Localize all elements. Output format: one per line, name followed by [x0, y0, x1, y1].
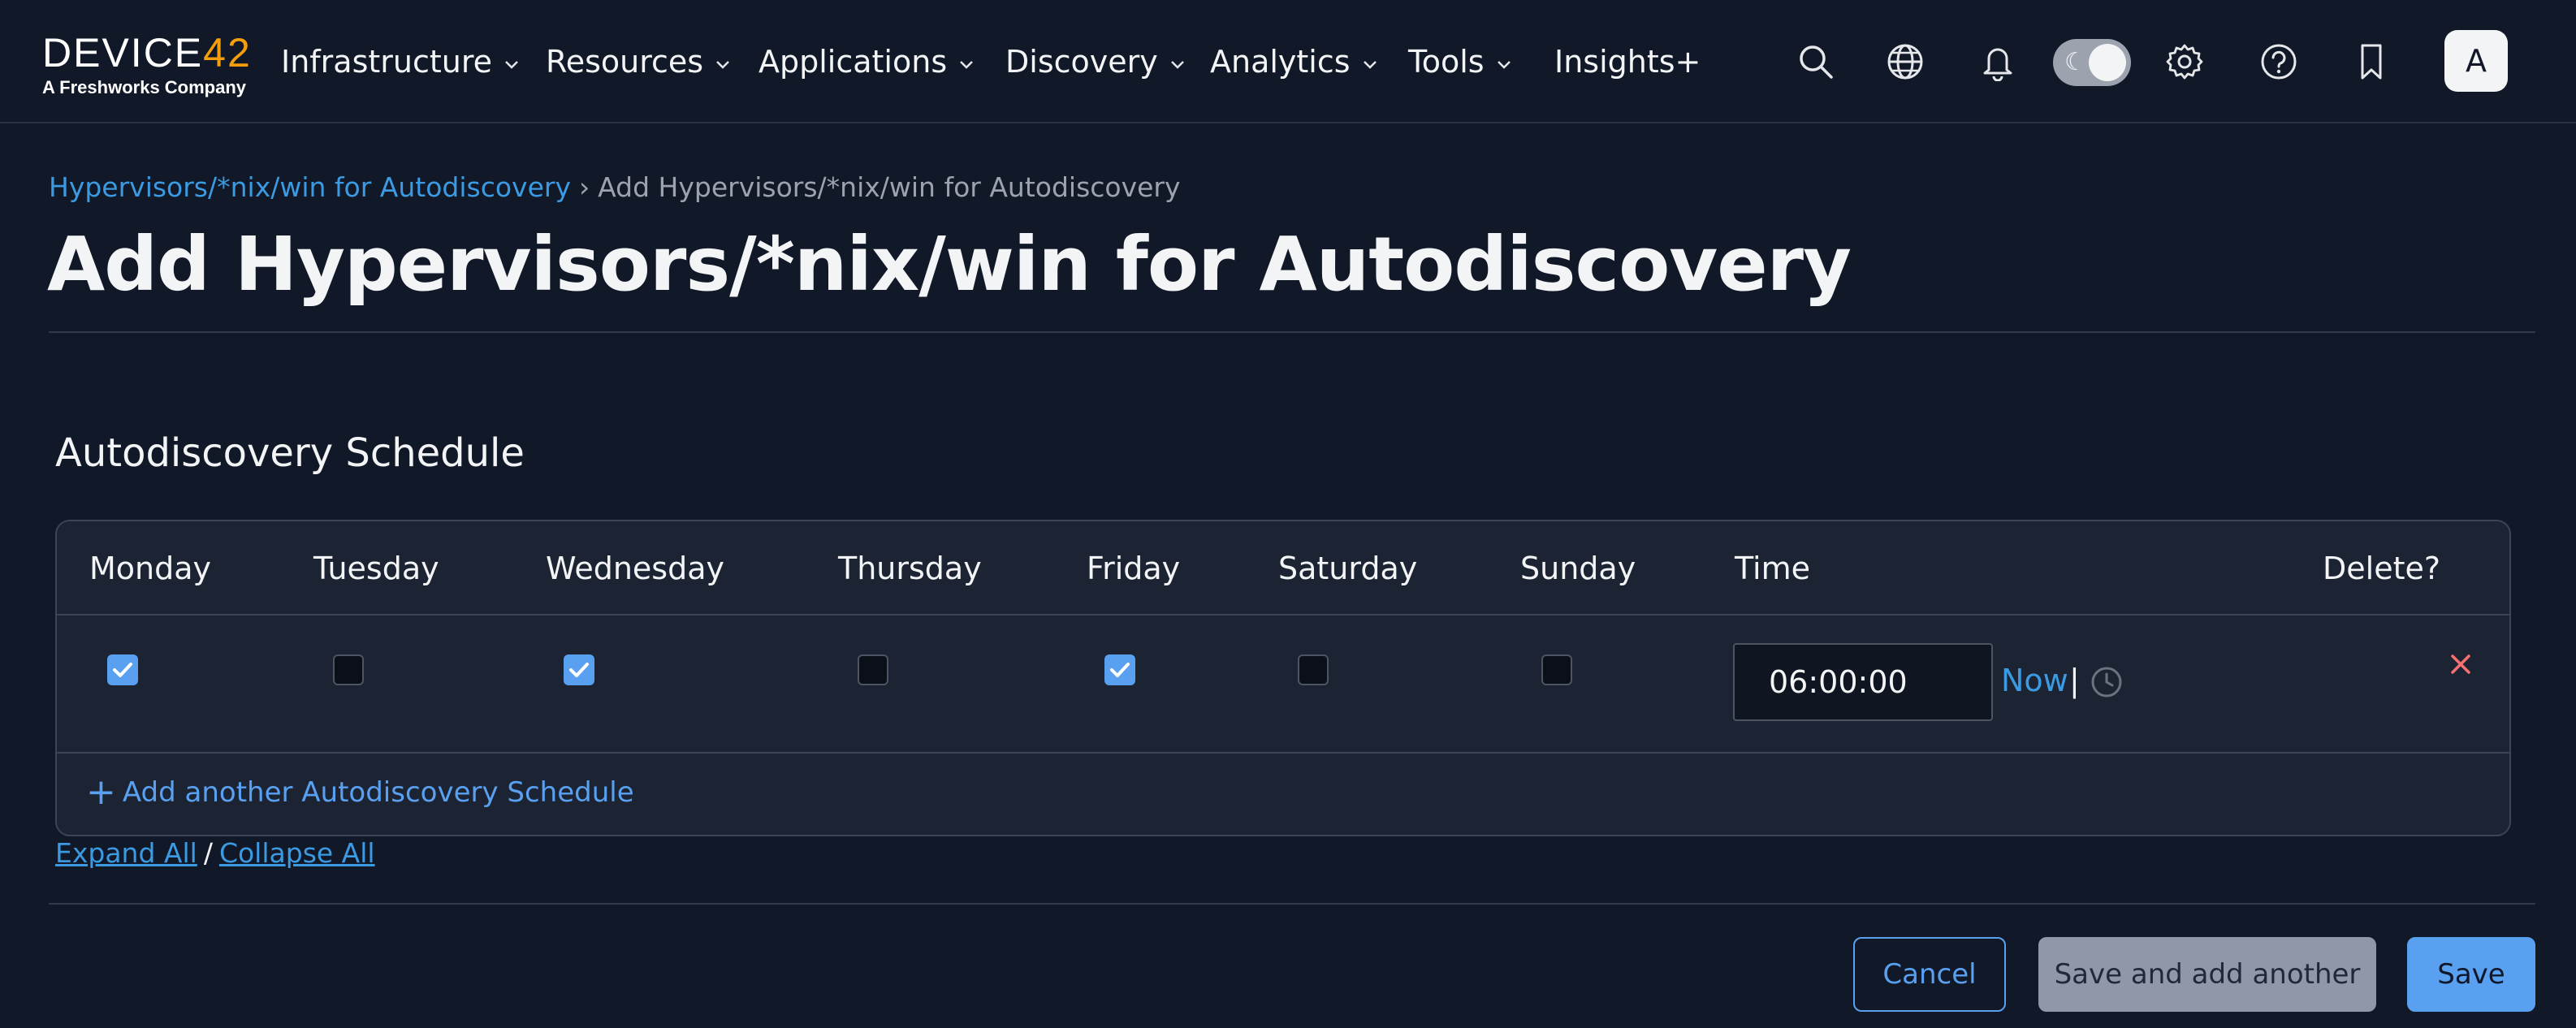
checkbox-monday[interactable]	[107, 654, 138, 685]
column-header-monday: Monday	[89, 551, 212, 586]
device42-logo[interactable]: DEVICE42 A Freshworks Company	[42, 31, 253, 102]
cancel-button[interactable]: Cancel	[1853, 937, 2006, 1012]
time-separator: |	[2069, 663, 2080, 698]
check-icon	[569, 663, 589, 677]
bookmark-icon[interactable]	[2345, 36, 2397, 88]
menu-discovery[interactable]: Discovery	[1005, 36, 1186, 88]
expand-separator: /	[203, 837, 213, 869]
search-icon[interactable]	[1790, 36, 1842, 88]
toggle-knob	[2089, 44, 2126, 81]
check-icon	[1110, 663, 1130, 677]
column-header-saturday: Saturday	[1278, 551, 1418, 586]
page-title: Add Hypervisors/*nix/win for Autodiscove…	[47, 221, 1852, 308]
check-icon	[113, 663, 132, 677]
globe-icon[interactable]	[1879, 36, 1931, 88]
menu-applications[interactable]: Applications	[759, 36, 975, 88]
menu-resources[interactable]: Resources	[546, 36, 731, 88]
column-header-sunday: Sunday	[1520, 551, 1636, 586]
column-header-delete: Delete?	[2323, 551, 2441, 586]
save-and-add-another-button[interactable]: Save and add another	[2038, 937, 2376, 1012]
checkbox-friday[interactable]	[1104, 654, 1135, 685]
header-divider	[49, 331, 2535, 333]
breadcrumb: Hypervisors/*nix/win for Autodiscovery › A…	[49, 169, 1181, 206]
breadcrumb-parent-link[interactable]: Hypervisors/*nix/win for Autodiscovery	[49, 171, 571, 203]
bell-icon[interactable]	[1972, 36, 2024, 88]
logo-tagline: A Freshworks Company	[42, 77, 247, 97]
add-schedule-link[interactable]: + Add another Autodiscovery Schedule	[86, 770, 634, 815]
checkbox-thursday[interactable]	[858, 654, 888, 685]
autodiscovery-schedule-table: Monday Tuesday Wednesday Thursday Friday…	[55, 520, 2511, 836]
footer-divider	[49, 903, 2535, 905]
user-avatar[interactable]: A	[2444, 30, 2508, 92]
chevron-down-icon	[1363, 60, 1377, 69]
section-title: Autodiscovery Schedule	[55, 430, 525, 476]
logo-wordmark: DEVICE42	[42, 30, 252, 76]
column-header-thursday: Thursday	[838, 551, 982, 586]
chevron-down-icon	[1497, 60, 1511, 69]
chevron-down-icon	[960, 60, 974, 69]
gear-icon[interactable]	[2159, 36, 2211, 88]
menu-infrastructure[interactable]: Infrastructure	[281, 36, 520, 88]
plus-icon: +	[86, 771, 116, 813]
breadcrumb-separator: ›	[578, 171, 590, 203]
checkbox-saturday[interactable]	[1298, 654, 1329, 685]
checkbox-tuesday[interactable]	[333, 654, 364, 685]
expand-all-link[interactable]: Expand All	[55, 837, 197, 869]
checkbox-sunday[interactable]	[1541, 654, 1572, 685]
clock-icon[interactable]	[2089, 664, 2124, 700]
now-link[interactable]: Now	[2001, 658, 2068, 703]
column-header-time: Time	[1735, 551, 1810, 586]
top-navigation-bar: DEVICE42 A Freshworks Company Infrastruc…	[0, 0, 2576, 123]
breadcrumb-current: Add Hypervisors/*nix/win for Autodiscove…	[598, 171, 1181, 203]
column-header-tuesday: Tuesday	[313, 551, 439, 586]
moon-icon: ☾	[2064, 48, 2086, 76]
chevron-down-icon	[505, 60, 518, 69]
table-header: Monday Tuesday Wednesday Thursday Friday…	[57, 521, 2509, 616]
chevron-down-icon	[716, 60, 729, 69]
collapse-all-link[interactable]: Collapse All	[219, 837, 375, 869]
menu-insights[interactable]: Insights+	[1554, 36, 1701, 88]
checkbox-wednesday[interactable]	[564, 654, 594, 685]
save-button[interactable]: Save	[2407, 937, 2535, 1012]
theme-toggle[interactable]: ☾	[2053, 39, 2131, 86]
chevron-down-icon	[1170, 60, 1184, 69]
time-input[interactable]: 06:00:00	[1733, 643, 1993, 721]
menu-tools[interactable]: Tools	[1408, 36, 1512, 88]
column-header-wednesday: Wednesday	[546, 551, 725, 586]
column-header-friday: Friday	[1087, 551, 1181, 586]
menu-analytics[interactable]: Analytics	[1210, 36, 1378, 88]
delete-row-icon[interactable]	[2444, 648, 2477, 680]
table-row: 06:00:00 Now |	[57, 616, 2509, 754]
help-icon[interactable]	[2253, 36, 2305, 88]
expand-collapse-controls: Expand All / Collapse All	[55, 835, 375, 872]
